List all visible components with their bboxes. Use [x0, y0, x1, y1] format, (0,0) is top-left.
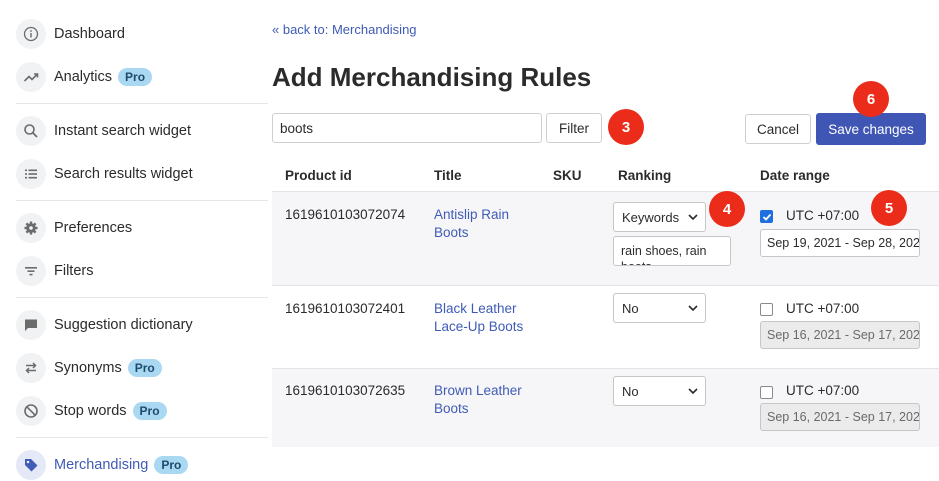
pro-badge: Pro — [127, 359, 162, 377]
callout-badge: 4 — [711, 193, 743, 225]
callout-badge: 6 — [855, 83, 887, 115]
keywords-textarea[interactable]: rain shoes, rain boots — [613, 236, 731, 266]
filter-button[interactable]: Filter — [546, 113, 602, 143]
sidebar-item-merchandising[interactable]: Merchandising Pro — [16, 450, 189, 480]
callout-badge: 5 — [873, 192, 905, 224]
filter-icon — [16, 256, 46, 286]
table-row: 1619610103072401 Black Leather Lace-Up B… — [272, 286, 939, 368]
sidebar-item-stop-words[interactable]: Stop words Pro — [16, 396, 167, 426]
date-range-input[interactable]: Sep 19, 2021 - Sep 28, 2021 — [760, 229, 920, 257]
table-row: 1619610103072635 Brown Leather Boots No … — [272, 369, 939, 447]
product-id: 1619610103072401 — [285, 301, 406, 316]
tag-icon — [16, 450, 46, 480]
column-header-title: Title — [434, 168, 462, 183]
divider — [16, 297, 268, 298]
date-range-input[interactable]: Sep 16, 2021 - Sep 17, 2021 — [760, 321, 920, 349]
gear-icon — [16, 213, 46, 243]
info-icon — [16, 19, 46, 49]
sidebar-item-filters[interactable]: Filters — [16, 256, 93, 286]
search-icon — [16, 116, 46, 146]
sidebar-item-instant-search[interactable]: Instant search widget — [16, 116, 191, 146]
callout-badge: 3 — [610, 111, 642, 143]
sidebar-item-label: Suggestion dictionary — [54, 317, 193, 333]
divider — [16, 200, 268, 201]
list-icon — [16, 159, 46, 189]
sidebar-item-label: Preferences — [54, 220, 133, 236]
column-header-date-range: Date range — [760, 168, 830, 183]
cancel-button[interactable]: Cancel — [745, 114, 811, 144]
sidebar-item-label: Stop words — [54, 403, 127, 419]
sidebar-item-synonyms[interactable]: Synonyms Pro — [16, 353, 162, 383]
sidebar-item-label: Analytics — [54, 69, 113, 85]
sidebar-item-suggestion-dictionary[interactable]: Suggestion dictionary — [16, 310, 193, 340]
sidebar: Dashboard Analytics Pro Instant search w… — [0, 0, 268, 481]
ranking-select[interactable]: Keywords — [613, 202, 706, 232]
sidebar-item-label: Merchandising — [54, 457, 149, 473]
product-title-link[interactable]: Black Leather Lace-Up Boots — [434, 300, 534, 336]
chevron-down-icon — [688, 214, 698, 221]
ranking-select[interactable]: No — [613, 293, 706, 323]
search-input[interactable] — [272, 113, 542, 143]
timezone-checkbox[interactable] — [760, 210, 773, 223]
timezone-checkbox[interactable] — [760, 303, 773, 316]
sidebar-item-label: Search results widget — [54, 166, 193, 182]
pro-badge: Pro — [118, 68, 153, 86]
sidebar-item-search-results[interactable]: Search results widget — [16, 159, 193, 189]
ranking-select-value: Keywords — [622, 209, 680, 225]
ranking-select-value: No — [622, 300, 639, 316]
trending-up-icon — [16, 62, 46, 92]
column-header-sku: SKU — [553, 168, 582, 183]
sidebar-item-label: Dashboard — [54, 26, 125, 42]
ranking-select-value: No — [622, 383, 639, 399]
product-id: 1619610103072074 — [285, 207, 406, 222]
timezone-label: UTC +07:00 — [786, 301, 860, 316]
block-icon — [16, 396, 46, 426]
table-row: 1619610103072074 Antislip Rain Boots Key… — [272, 192, 939, 285]
check-icon — [762, 213, 772, 221]
date-range-input[interactable]: Sep 16, 2021 - Sep 17, 2021 — [760, 403, 920, 431]
timezone-label: UTC +07:00 — [786, 383, 860, 398]
swap-icon — [16, 353, 46, 383]
chat-icon — [16, 310, 46, 340]
sidebar-item-label: Instant search widget — [54, 123, 192, 139]
products-table: Product id Title SKU Ranking Date range … — [272, 158, 939, 481]
pro-badge: Pro — [132, 402, 167, 420]
sidebar-item-label: Synonyms — [54, 360, 122, 376]
timezone-checkbox[interactable] — [760, 386, 773, 399]
save-changes-button[interactable]: Save changes — [816, 113, 926, 145]
column-header-product-id: Product id — [285, 168, 352, 183]
chevron-down-icon — [688, 305, 698, 312]
back-link[interactable]: « back to: Merchandising — [272, 22, 417, 37]
sidebar-item-analytics[interactable]: Analytics Pro — [16, 62, 153, 92]
product-id: 1619610103072635 — [285, 383, 406, 398]
chevron-down-icon — [688, 388, 698, 395]
pro-badge: Pro — [154, 456, 189, 474]
sidebar-item-preferences[interactable]: Preferences — [16, 213, 132, 243]
product-title-link[interactable]: Brown Leather Boots — [434, 382, 534, 418]
timezone-label: UTC +07:00 — [786, 208, 860, 223]
divider — [16, 437, 268, 438]
ranking-select[interactable]: No — [613, 376, 706, 406]
column-header-ranking: Ranking — [618, 168, 672, 183]
sidebar-item-dashboard[interactable]: Dashboard — [16, 19, 125, 49]
divider — [16, 103, 268, 104]
product-title-link[interactable]: Antislip Rain Boots — [434, 206, 534, 242]
sidebar-item-label: Filters — [54, 263, 94, 279]
page-title: Add Merchandising Rules — [272, 62, 592, 92]
